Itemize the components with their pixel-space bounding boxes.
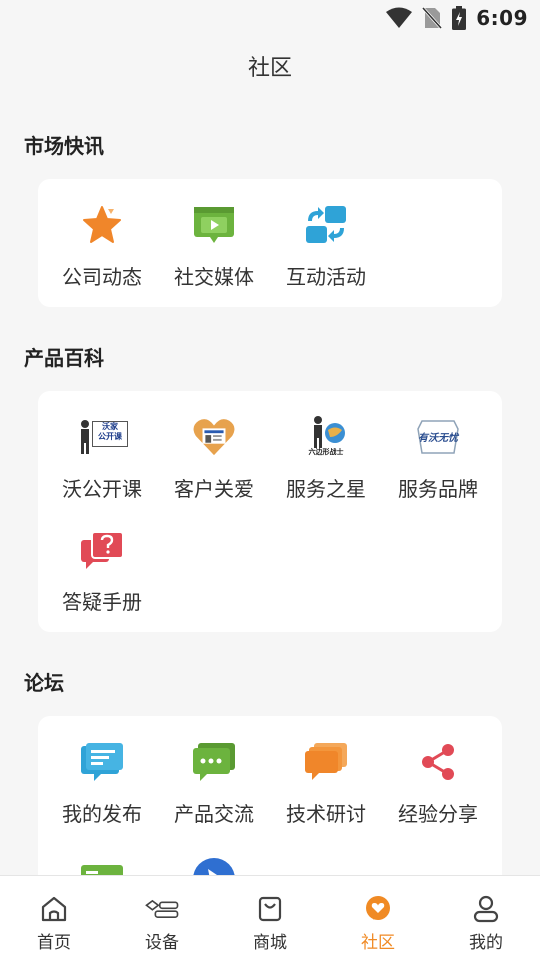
experience-share-item[interactable]: 经验分享 <box>382 716 494 828</box>
device-icon <box>145 899 179 918</box>
company-news-label: 公司动态 <box>62 265 142 289</box>
swap-icon <box>306 206 346 243</box>
forum-card: 我的发布 产品交流 技术研讨 经验分享 <box>38 716 502 895</box>
question-chat-icon <box>81 531 124 569</box>
service-brand-item[interactable]: 有沃无忧 服务品牌 <box>382 391 494 503</box>
service-star-label: 服务之星 <box>286 477 366 501</box>
social-media-label: 社交媒体 <box>174 265 254 289</box>
nav-community-label: 社区 <box>361 933 395 953</box>
social-media-item[interactable]: 社交媒体 <box>158 179 270 291</box>
page-title: 社区 <box>247 56 292 81</box>
nav-profile-label: 我的 <box>469 933 503 953</box>
share-icon <box>422 744 454 780</box>
nav-profile[interactable]: 我的 <box>432 876 540 961</box>
heart-logo-icon <box>193 419 235 456</box>
nav-home-label: 首页 <box>37 933 71 953</box>
section-title-forum: 论坛 <box>24 671 64 695</box>
tech-discussion-label: 技术研讨 <box>286 802 366 826</box>
status-time: 6:09 <box>476 6 528 30</box>
service-star-logo-icon: 六边形战士 <box>302 415 350 459</box>
my-posts-label: 我的发布 <box>62 802 142 826</box>
course-logo-text-2: 公开课 <box>98 432 122 441</box>
home-icon <box>41 896 67 922</box>
chat-stack-icon <box>305 743 347 780</box>
status-bar: 6:09 <box>0 0 540 36</box>
brand-logo-icon: 有沃无忧 <box>414 415 462 459</box>
product-exchange-item[interactable]: 产品交流 <box>158 716 270 828</box>
nav-community[interactable]: 社区 <box>324 876 432 961</box>
brand-logo-text: 有沃无忧 <box>418 433 458 444</box>
open-course-item[interactable]: 沃家 公开课 沃公开课 <box>46 391 158 503</box>
shop-bag-icon <box>258 896 282 922</box>
tech-discussion-item[interactable]: 技术研讨 <box>270 716 382 828</box>
no-sim-icon <box>422 6 443 30</box>
nav-devices[interactable]: 设备 <box>108 876 216 961</box>
profile-icon <box>473 895 499 923</box>
course-logo-icon: 沃家 公开课 <box>78 415 128 459</box>
bottom-nav: 首页 设备 商城 社区 我的 <box>0 875 540 961</box>
product-wiki-card: 沃家 公开课 沃公开课 客户关爱 六边形战士 服务之星 有沃无忧 服务品牌 答疑… <box>38 391 502 632</box>
star-icon <box>83 206 121 243</box>
product-exchange-label: 产品交流 <box>174 802 254 826</box>
open-course-label: 沃公开课 <box>62 477 142 501</box>
interactive-events-item[interactable]: 互动活动 <box>270 179 382 291</box>
company-news-item[interactable]: 公司动态 <box>46 179 158 291</box>
nav-shop[interactable]: 商城 <box>216 876 324 961</box>
battery-charging-icon <box>452 6 467 30</box>
service-brand-label: 服务品牌 <box>398 477 478 501</box>
nav-devices-label: 设备 <box>145 933 179 953</box>
customer-care-label: 客户关爱 <box>174 477 254 501</box>
my-posts-item[interactable]: 我的发布 <box>46 716 158 828</box>
experience-share-label: 经验分享 <box>398 802 478 826</box>
service-star-item[interactable]: 六边形战士 服务之星 <box>270 391 382 503</box>
interactive-events-label: 互动活动 <box>286 265 366 289</box>
community-icon <box>366 896 390 920</box>
nav-shop-label: 商城 <box>253 933 287 953</box>
video-icon <box>194 207 234 243</box>
faq-manual-label: 答疑手册 <box>62 590 142 614</box>
course-logo-text-1: 沃家 <box>102 422 118 431</box>
section-title-product-wiki: 产品百科 <box>24 346 104 370</box>
market-news-card: 公司动态 社交媒体 互动活动 <box>38 179 502 307</box>
faq-manual-item[interactable]: 答疑手册 <box>46 504 158 616</box>
wifi-icon <box>386 7 413 28</box>
nav-home[interactable]: 首页 <box>0 876 108 961</box>
section-title-market-news: 市场快讯 <box>24 134 104 158</box>
customer-care-item[interactable]: 客户关爱 <box>158 391 270 503</box>
chat-dots-icon <box>193 743 235 781</box>
service-star-logo-text: 六边形战士 <box>308 448 344 456</box>
chat-text-icon <box>81 743 123 781</box>
